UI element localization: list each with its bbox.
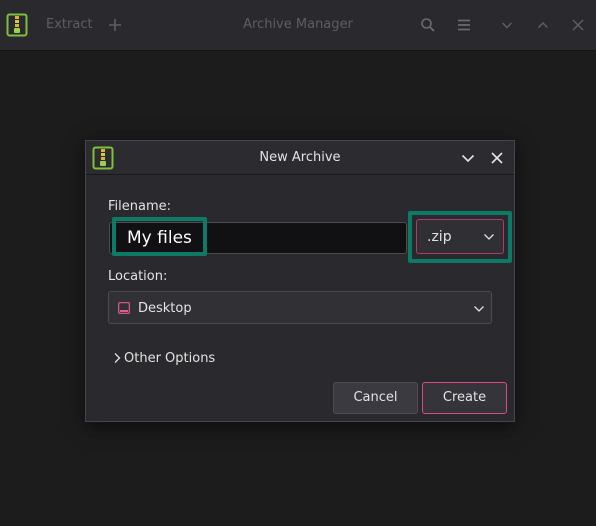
create-button[interactable]: Create — [422, 382, 507, 414]
new-archive-dialog: New Archive Filename: .zip Location: Des… — [85, 140, 515, 422]
other-options-label: Other Options — [124, 351, 216, 366]
cancel-button[interactable]: Cancel — [333, 382, 418, 414]
dialog-headerbar: New Archive — [86, 141, 514, 175]
archive-format-dropdown[interactable]: .zip — [416, 219, 504, 254]
filename-field[interactable] — [109, 222, 407, 254]
chevron-down-icon — [484, 234, 494, 240]
desktop-folder-icon — [118, 302, 130, 314]
filename-label: Filename: — [108, 199, 172, 214]
location-value: Desktop — [138, 301, 192, 316]
chevron-right-icon — [114, 353, 121, 363]
location-label: Location: — [108, 269, 168, 284]
location-dropdown[interactable]: Desktop — [108, 291, 492, 324]
dialog-title: New Archive — [259, 150, 341, 165]
other-options-expander[interactable]: Other Options — [112, 349, 222, 367]
chevron-down-icon[interactable] — [460, 150, 476, 166]
close-icon[interactable] — [489, 150, 505, 166]
search-icon[interactable] — [420, 17, 436, 33]
chevron-up-icon[interactable] — [535, 17, 551, 33]
main-headerbar: Extract Archive Manager — [0, 0, 596, 51]
chevron-down-icon — [474, 306, 484, 312]
chevron-down-icon[interactable] — [499, 17, 515, 33]
hamburger-menu-icon[interactable] — [456, 17, 472, 33]
archive-format-value: .zip — [427, 229, 452, 245]
close-icon[interactable] — [570, 17, 586, 33]
